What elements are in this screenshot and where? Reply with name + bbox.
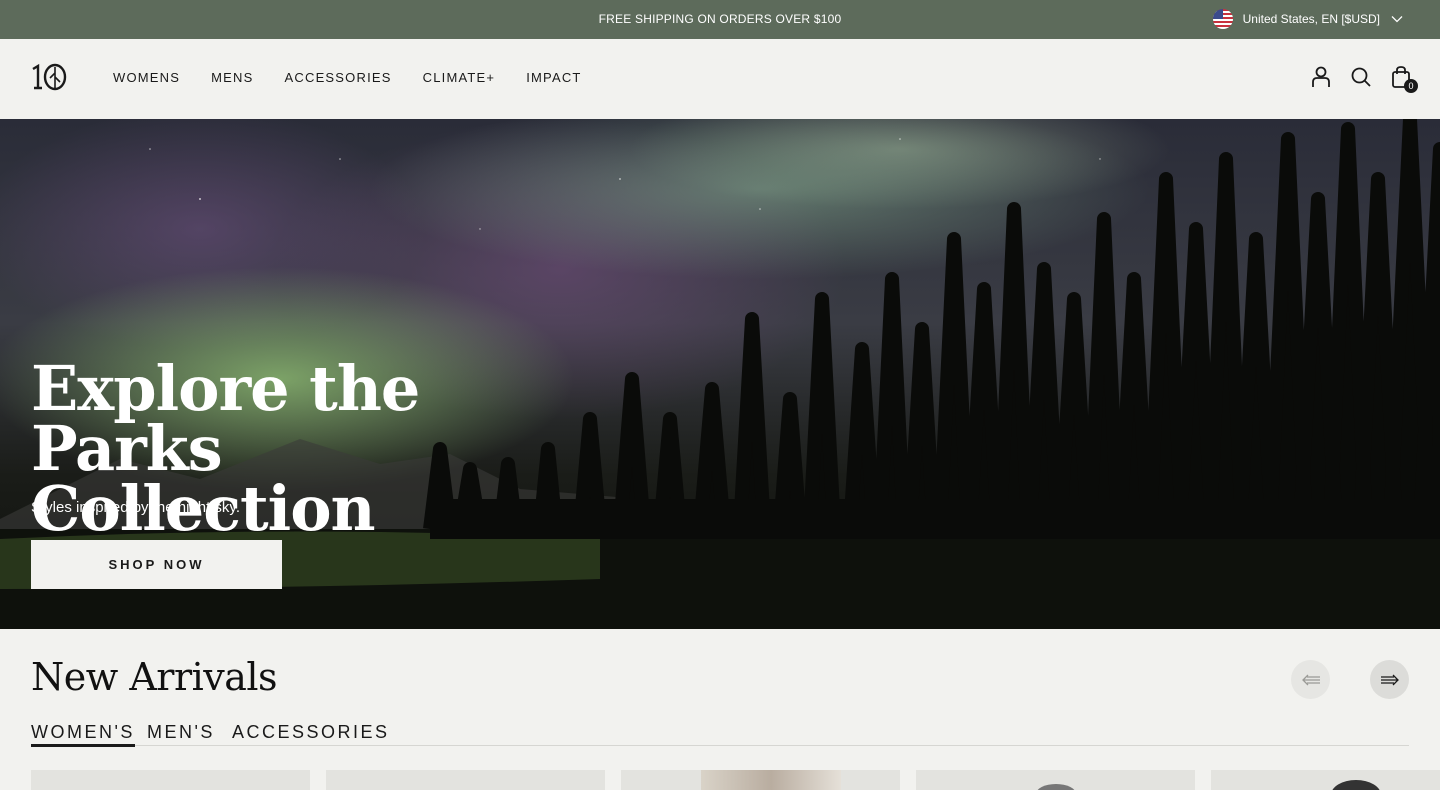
site-header: WOMENS MENS ACCESSORIES CLIMATE+ IMPACT … [0, 39, 1440, 119]
hero-title-line1: Explore the Parks [31, 352, 420, 485]
cart-button[interactable]: 0 [1390, 65, 1418, 93]
nav-mens[interactable]: MENS [211, 70, 253, 85]
hero-subtitle: Styles inspired by the night sky. [31, 499, 240, 516]
nav-womens[interactable]: WOMENS [113, 70, 180, 85]
account-icon[interactable] [1310, 65, 1332, 89]
product-carousel [31, 770, 1440, 790]
product-card[interactable] [916, 770, 1195, 790]
tentree-logo[interactable] [31, 63, 67, 91]
carousel-next-button[interactable] [1370, 660, 1409, 699]
locale-selector[interactable]: United States, EN [$USD] [1212, 8, 1404, 30]
tab-womens[interactable]: WOMEN'S [31, 722, 135, 747]
carousel-prev-button[interactable] [1291, 660, 1330, 699]
nav-impact[interactable]: IMPACT [526, 70, 581, 85]
announcement-bar: FREE SHIPPING ON ORDERS OVER $100 United… [0, 0, 1440, 39]
arrow-left-icon [1301, 674, 1320, 685]
tab-mens[interactable]: MEN'S [147, 722, 215, 743]
hero-banner: Explore the Parks Collection Styles insp… [0, 119, 1440, 629]
nav-climate-plus[interactable]: CLIMATE+ [423, 70, 496, 85]
product-card[interactable] [1211, 770, 1440, 790]
cart-count-badge: 0 [1404, 79, 1418, 93]
main-nav: WOMENS MENS ACCESSORIES CLIMATE+ IMPACT [113, 70, 613, 85]
header-icons: 0 [1310, 65, 1418, 93]
search-icon[interactable] [1350, 65, 1372, 89]
category-tabs: WOMEN'S MEN'S ACCESSORIES [31, 722, 1409, 747]
arrow-right-icon [1380, 674, 1399, 685]
us-flag-icon [1212, 9, 1233, 29]
product-card[interactable] [31, 770, 310, 790]
product-card[interactable] [326, 770, 605, 790]
new-arrivals-title: New Arrivals [31, 655, 278, 699]
locale-label: United States, EN [$USD] [1242, 12, 1380, 26]
product-card[interactable] [621, 770, 900, 790]
chevron-down-icon [1391, 16, 1403, 23]
nav-accessories[interactable]: ACCESSORIES [285, 70, 392, 85]
shop-now-button[interactable]: SHOP NOW [31, 540, 282, 589]
tab-accessories[interactable]: ACCESSORIES [232, 722, 390, 743]
